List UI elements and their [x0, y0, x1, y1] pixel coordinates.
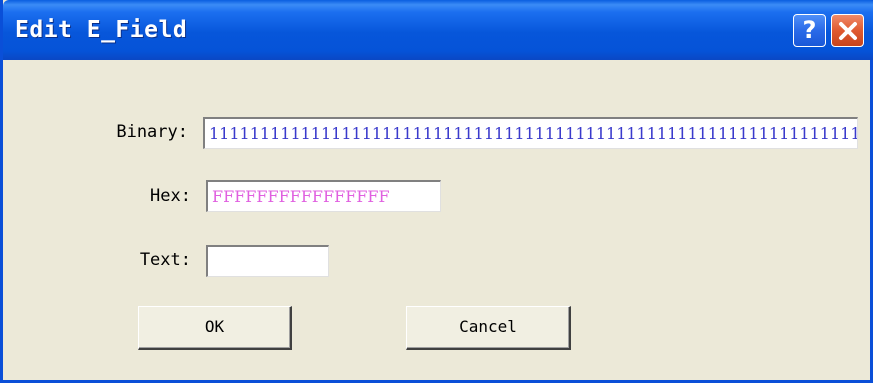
- binary-input[interactable]: 1111111111111111111111111111111111111111…: [203, 117, 858, 149]
- help-icon: ?: [802, 16, 817, 44]
- edit-field-dialog: Edit E_Field ? Binary: 11111111111111111…: [0, 0, 873, 383]
- text-label: Text:: [139, 250, 191, 270]
- text-input[interactable]: [206, 245, 329, 277]
- hex-label: Hex:: [150, 186, 191, 206]
- title-bar[interactable]: Edit E_Field ?: [3, 0, 873, 60]
- cancel-button[interactable]: Cancel: [406, 306, 571, 350]
- ok-button[interactable]: OK: [138, 306, 292, 350]
- hex-input[interactable]: FFFFFFFFFFFFFFFF: [206, 180, 441, 212]
- dialog-body: Binary: 11111111111111111111111111111111…: [3, 60, 870, 380]
- close-button[interactable]: [831, 14, 864, 47]
- window-title: Edit E_Field: [15, 17, 188, 43]
- binary-label: Binary:: [116, 122, 188, 142]
- close-icon: [839, 22, 857, 40]
- help-button[interactable]: ?: [793, 14, 826, 47]
